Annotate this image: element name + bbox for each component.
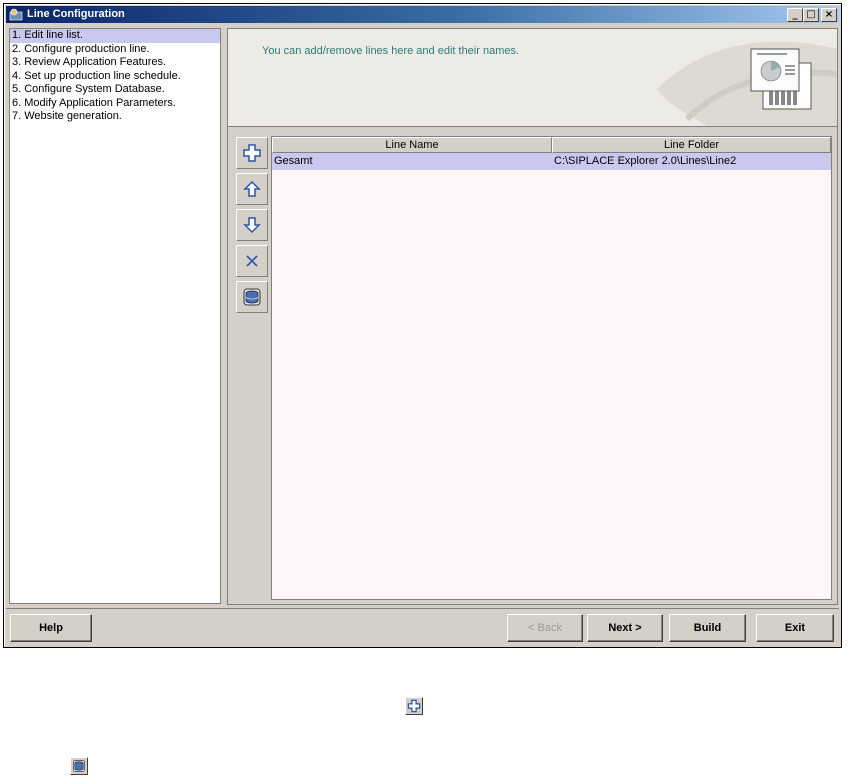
- arrow-down-icon: [243, 217, 261, 234]
- help-button[interactable]: Help: [10, 614, 92, 642]
- steps-panel: 1. Edit line list. 2. Configure producti…: [9, 28, 221, 604]
- add-icon: [243, 144, 261, 162]
- step-item-website[interactable]: 7. Website generation.: [10, 110, 220, 124]
- column-header-line-name[interactable]: Line Name: [272, 137, 552, 153]
- step-item-configure-line[interactable]: 2. Configure production line.: [10, 43, 220, 57]
- lines-table: Line Name Line Folder Gesamt C:\SIPLACE …: [271, 136, 832, 600]
- table-row[interactable]: Gesamt C:\SIPLACE Explorer 2.0\Lines\Lin…: [272, 153, 831, 170]
- move-down-button[interactable]: [236, 209, 268, 241]
- delete-icon: [246, 255, 258, 267]
- move-up-button[interactable]: [236, 173, 268, 205]
- banner-text: You can add/remove lines here and edit t…: [262, 45, 520, 57]
- add-icon-reference: [405, 697, 423, 715]
- maximize-button[interactable]: □: [803, 8, 819, 22]
- back-button[interactable]: < Back: [507, 614, 583, 642]
- add-icon: [407, 699, 421, 713]
- content-area: You can add/remove lines here and edit t…: [227, 28, 838, 605]
- build-button[interactable]: Build: [669, 614, 746, 642]
- delete-line-button[interactable]: [236, 245, 268, 277]
- line-name-cell[interactable]: Gesamt: [272, 153, 552, 170]
- title-bar: Line Configuration _ □ ×: [6, 6, 839, 23]
- app-icon: [9, 8, 23, 21]
- database-icon: [73, 760, 85, 772]
- minimize-button[interactable]: _: [787, 8, 803, 22]
- arrow-up-icon: [243, 180, 261, 197]
- database-icon-reference: [70, 757, 88, 775]
- close-button[interactable]: ×: [821, 8, 837, 22]
- next-button[interactable]: Next >: [587, 614, 663, 642]
- step-item-review-features[interactable]: 3. Review Application Features.: [10, 56, 220, 70]
- line-folder-cell[interactable]: C:\SIPLACE Explorer 2.0\Lines\Line2: [552, 153, 831, 170]
- info-banner: You can add/remove lines here and edit t…: [228, 29, 837, 127]
- database-button[interactable]: [236, 281, 268, 313]
- line-configuration-window: Line Configuration _ □ × 1. Edit line li…: [3, 3, 842, 648]
- column-header-line-folder[interactable]: Line Folder: [552, 137, 831, 153]
- step-item-system-database[interactable]: 5. Configure System Database.: [10, 83, 220, 97]
- database-icon: [243, 288, 261, 306]
- step-item-app-parameters[interactable]: 6. Modify Application Parameters.: [10, 97, 220, 111]
- add-line-button[interactable]: [236, 137, 268, 169]
- window-title: Line Configuration: [27, 8, 125, 20]
- report-illustration-icon: [750, 48, 812, 110]
- step-item-edit-line-list[interactable]: 1. Edit line list.: [10, 29, 220, 43]
- button-bar: Help < Back Next > Build Exit: [6, 608, 839, 646]
- step-item-schedule[interactable]: 4. Set up production line schedule.: [10, 70, 220, 84]
- exit-button[interactable]: Exit: [756, 614, 834, 642]
